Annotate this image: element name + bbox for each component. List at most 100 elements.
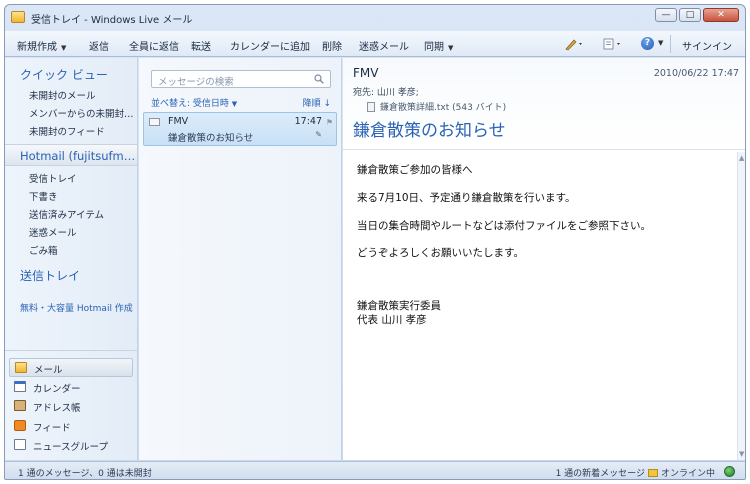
- app-window: 受信トレイ - Windows Live メール — □ ✕ 新規作成 ▼ 返信 …: [4, 4, 746, 480]
- folder-outbox[interactable]: 送信トレイ: [20, 267, 80, 284]
- forward-button[interactable]: 転送: [191, 38, 211, 53]
- reading-pane: FMV 2010/06/22 17:47 宛先: 山川 孝彦; 鎌倉散策詳細.t…: [343, 58, 745, 460]
- reply-button[interactable]: 返信: [89, 38, 109, 53]
- message-time: 17:47: [294, 116, 322, 127]
- module-calendar[interactable]: カレンダー: [9, 378, 133, 397]
- reading-pane-scrollbar[interactable]: ▲ ▼: [737, 152, 745, 460]
- sort-dropdown[interactable]: 並べ替え: 受信日時 ▼: [151, 96, 237, 109]
- toolbar: 新規作成 ▼ 返信 全員に返信 転送 カレンダーに追加 削除 迷惑メール 同期 ▼ …: [5, 31, 745, 57]
- help-button[interactable]: ? ▼: [641, 37, 663, 51]
- status-message-count: 1 通のメッセージ、0 通は未開封: [18, 469, 152, 479]
- header-recipient: 宛先: 山川 孝彦;: [353, 88, 419, 98]
- message-sender: FMV: [168, 116, 189, 127]
- sort-label: 並べ替え: 受信日時: [151, 99, 229, 109]
- chevron-down-icon: ▼: [231, 100, 238, 108]
- online-status-icon[interactable]: [724, 466, 735, 477]
- status-online-label: オンライン中: [660, 469, 715, 479]
- stationery-button[interactable]: [563, 37, 585, 51]
- chevron-down-icon: ▼: [61, 44, 67, 52]
- arrow-down-icon: ↓: [323, 99, 331, 109]
- message-subject: 鎌倉散策のお知らせ: [168, 133, 254, 144]
- window-controls: — □ ✕: [655, 8, 739, 22]
- folder-pane: クイック ビュー 未開封のメール メンバーからの未開封… 未開封のフィード Ho…: [5, 58, 138, 460]
- quick-view-item-unread-contacts[interactable]: メンバーからの未開封…: [29, 106, 134, 120]
- folder-sent[interactable]: 送信済みアイテム: [29, 207, 104, 221]
- minimize-button[interactable]: —: [655, 8, 677, 22]
- paperclip-icon: ✎: [315, 130, 322, 139]
- search-box[interactable]: メッセージの検索: [151, 70, 331, 88]
- close-button[interactable]: ✕: [703, 8, 739, 22]
- folder-inbox[interactable]: 受信トレイ: [29, 171, 77, 185]
- body-line: 代表 山川 孝彦: [357, 314, 427, 326]
- junk-button[interactable]: 迷惑メール: [359, 38, 409, 53]
- module-newsgroups[interactable]: ニュースグループ: [9, 436, 133, 455]
- windows-live-mail-icon: [11, 11, 25, 23]
- body-line: 当日の集合時間やルートなどは添付ファイルをご参照下さい。: [357, 220, 651, 232]
- delete-button[interactable]: 削除: [322, 38, 342, 53]
- new-button-label: 新規作成: [17, 42, 57, 53]
- sort-order-toggle[interactable]: 降順 ↓: [303, 96, 331, 109]
- window-title: 受信トレイ - Windows Live メール: [31, 15, 193, 26]
- header-date: 2010/06/22 17:47: [653, 68, 739, 79]
- attachment-name: 鎌倉散策詳細.txt (543 バイト): [380, 103, 507, 113]
- file-icon: [367, 102, 375, 112]
- mail-icon: [15, 362, 27, 373]
- chevron-down-icon: ▼: [658, 39, 664, 47]
- body-line: 鎌倉散策実行委員: [357, 300, 441, 312]
- address-book-icon: [14, 400, 26, 411]
- status-new-label: 1 通の新着メッセージ: [555, 469, 645, 479]
- scroll-up-icon[interactable]: ▲: [739, 154, 744, 162]
- module-calendar-label: カレンダー: [33, 384, 81, 395]
- rss-icon: [14, 420, 26, 431]
- maximize-button[interactable]: □: [679, 8, 701, 22]
- flag-icon[interactable]: ⚑: [326, 118, 333, 127]
- envelope-icon: [149, 118, 160, 126]
- reply-all-button[interactable]: 全員に返信: [129, 38, 179, 53]
- view-options-button[interactable]: [602, 37, 624, 51]
- module-divider: [5, 350, 137, 351]
- sync-button[interactable]: 同期 ▼: [424, 38, 453, 53]
- body-line: 来る7月10日、予定通り鎌倉散策を行います。: [357, 192, 576, 204]
- signin-button[interactable]: サインイン: [682, 38, 732, 53]
- sort-order-label: 降順: [302, 99, 321, 109]
- pen-icon: [565, 39, 582, 51]
- folder-trash[interactable]: ごみ箱: [29, 243, 58, 257]
- message-header: FMV 2010/06/22 17:47 宛先: 山川 孝彦; 鎌倉散策詳細.t…: [343, 58, 745, 150]
- new-button[interactable]: 新規作成 ▼: [17, 38, 66, 53]
- calendar-icon: [14, 381, 26, 392]
- title-bar: 受信トレイ - Windows Live メール — □ ✕: [5, 5, 745, 31]
- module-contacts-label: アドレス帳: [33, 403, 81, 414]
- search-icon[interactable]: [314, 74, 324, 84]
- create-hotmail-link[interactable]: 無料・大容量 Hotmail 作成: [20, 301, 133, 314]
- attachment-link[interactable]: 鎌倉散策詳細.txt (543 バイト): [367, 100, 506, 113]
- newsgroup-icon: [14, 439, 26, 450]
- body-line: どうぞよろしくお願いいたします。: [357, 247, 524, 259]
- add-to-calendar-button[interactable]: カレンダーに追加: [230, 38, 310, 53]
- header-sender: FMV: [353, 66, 379, 80]
- chevron-down-icon: ▼: [448, 44, 454, 52]
- module-newsgroups-label: ニュースグループ: [33, 442, 108, 453]
- view-list-icon: [603, 38, 620, 50]
- search-input[interactable]: メッセージの検索: [158, 74, 234, 88]
- folder-junk[interactable]: 迷惑メール: [29, 225, 77, 239]
- status-bar: 1 通のメッセージ、0 通は未開封 1 通の新着メッセージ オンライン中: [5, 461, 745, 479]
- module-contacts[interactable]: アドレス帳: [9, 397, 133, 416]
- message-row[interactable]: FMV 17:47 鎌倉散策のお知らせ ✎ ⚑: [143, 112, 337, 146]
- help-icon: ?: [641, 37, 654, 50]
- quick-view-header[interactable]: クイック ビュー: [20, 66, 108, 83]
- scroll-down-icon[interactable]: ▼: [739, 450, 744, 458]
- account-name: Hotmail (fujitsufm…: [20, 149, 136, 163]
- header-subject: 鎌倉散策のお知らせ: [353, 121, 506, 141]
- account-header[interactable]: Hotmail (fujitsufm…: [5, 144, 137, 166]
- folder-drafts[interactable]: 下書き: [29, 189, 58, 203]
- module-feeds[interactable]: フィード: [9, 417, 133, 436]
- new-mail-icon: [647, 469, 658, 477]
- quick-view-item-unread-feeds[interactable]: 未開封のフィード: [29, 124, 105, 138]
- status-new-messages: 1 通の新着メッセージ オンライン中: [556, 466, 715, 479]
- sync-button-label: 同期: [424, 42, 444, 53]
- module-mail[interactable]: メール: [9, 358, 133, 377]
- message-list-pane: メッセージの検索 並べ替え: 受信日時 ▼ 降順 ↓ FMV 17:47 鎌倉散…: [139, 58, 342, 460]
- toolbar-separator: [670, 35, 671, 53]
- quick-view-item-unread-mail[interactable]: 未開封のメール: [29, 88, 96, 102]
- module-feeds-label: フィード: [33, 423, 71, 434]
